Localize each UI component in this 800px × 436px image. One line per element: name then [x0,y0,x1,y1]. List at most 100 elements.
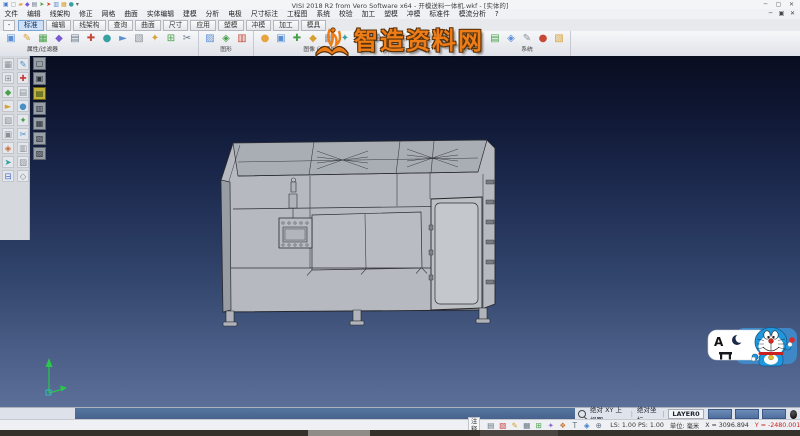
tab-塑模[interactable]: 塑模 [218,20,244,31]
tab-冲模[interactable]: 冲模 [246,20,272,31]
snap-toggle-icon[interactable]: ▧ [497,421,508,430]
magnifier-icon[interactable] [578,410,586,418]
layers-icon[interactable]: ◈ [504,32,518,46]
pattern-icon[interactable]: ▧ [2,114,14,126]
solid-icon[interactable]: ✚ [17,72,29,84]
fit-view-icon[interactable]: ▦ [322,32,336,46]
curve-icon[interactable]: ✂ [17,128,29,140]
sweep-icon[interactable]: ◈ [2,142,14,154]
properties-filter-tab[interactable]: 属性/过滤器 [27,44,58,53]
menu-item-线架构[interactable]: 线架构 [45,9,74,19]
grid-toggle-icon[interactable]: ▦ [521,421,532,430]
view-left-button[interactable]: ▥ [33,102,46,115]
active-layer-chip[interactable]: LAYER0 [668,409,703,419]
menu-item-冲模[interactable]: 冲模 [402,9,425,19]
offset-icon[interactable]: ▧ [132,32,146,46]
boolean-icon[interactable]: ◆ [2,86,14,98]
dimension-icon[interactable]: ✎ [17,58,29,70]
maximize-button[interactable]: ▢ [772,0,785,9]
tab-编辑[interactable]: 编辑 [46,20,72,31]
chamfer-icon[interactable]: ► [2,100,14,112]
view-back-button[interactable]: ▧ [33,132,46,145]
tab-标准[interactable]: 标准 [18,20,44,31]
view-palette-icon[interactable]: ● [258,32,272,46]
tab-应用[interactable]: 应用 [190,20,216,31]
measure-icon[interactable]: ✦ [17,114,29,126]
view-right-button[interactable]: ▦ [33,117,46,130]
sketch-icon[interactable]: ▦ [2,58,14,70]
close-button[interactable]: ✕ [785,0,798,9]
join-icon[interactable]: ◇ [17,170,29,182]
menu-item-分析[interactable]: 分析 [201,9,224,19]
menu-item-网格[interactable]: 网格 [97,9,120,19]
menu-item-塑模[interactable]: 塑模 [380,9,403,19]
render-icon[interactable]: ▥ [235,32,249,46]
pan-icon[interactable]: ✚ [290,32,304,46]
fillet-icon[interactable]: ▤ [17,86,29,98]
workplane-icon[interactable]: ⊕ [593,421,604,430]
view-bottom-button[interactable]: ▨ [33,147,46,160]
rectangle-icon[interactable]: ▤ [68,32,82,46]
mirror-icon[interactable]: ✦ [148,32,162,46]
tab-曲面[interactable]: 曲面 [135,20,161,31]
menu-item-实体编辑[interactable]: 实体编辑 [142,9,178,19]
trackball-icon[interactable] [790,410,797,419]
layer-state-icon[interactable]: ▤ [485,421,496,430]
dynamic-input-icon[interactable]: ❖ [557,421,568,430]
mdi-maximize-button[interactable]: ▣ [776,9,787,19]
tab-线架构[interactable]: 线架构 [73,20,105,31]
tab-模具[interactable]: 模具 [301,20,327,31]
tab-查询[interactable]: 查询 [108,20,134,31]
previous-view-icon[interactable]: ✦ [338,32,352,46]
menu-item-模流分析[interactable]: 模流分析 [454,9,490,19]
named-view-icon[interactable]: ► [354,32,368,46]
settings-icon[interactable]: ▤ [488,32,502,46]
array-icon[interactable]: ⊞ [164,32,178,46]
tab-加工[interactable]: 加工 [273,20,299,31]
revolve-icon[interactable]: ▥ [17,142,29,154]
mdi-minimize-button[interactable]: ─ [765,9,776,19]
select-icon[interactable]: ▣ [4,32,18,46]
view-top-button[interactable]: ▤ [33,87,46,100]
grid-icon[interactable]: ● [536,32,550,46]
extrude-icon[interactable]: ➤ [2,156,14,168]
loft-icon[interactable]: ▨ [17,156,29,168]
ortho-toggle-icon[interactable]: ✎ [509,421,520,430]
menu-item-文件[interactable]: 文件 [0,9,23,19]
menu-item-校验[interactable]: 校验 [335,9,358,19]
menu-item-曲面[interactable]: 曲面 [120,9,143,19]
view-iso-button[interactable]: ▢ [33,57,46,70]
menu-item-电极[interactable]: 电极 [224,9,247,19]
status-button-3[interactable] [762,409,786,419]
menu-item-工程图[interactable]: 工程图 [283,9,312,19]
menu-item-标准件[interactable]: 标准件 [425,9,454,19]
units-icon[interactable]: ▧ [552,32,566,46]
shell-icon[interactable]: ● [17,100,29,112]
mdi-close-button[interactable]: ✕ [787,9,798,19]
split-icon[interactable]: ⊟ [2,170,14,182]
point-icon[interactable]: ✚ [84,32,98,46]
snap-icon[interactable]: ✎ [520,32,534,46]
selection-filter-icon[interactable]: ✦ [545,421,556,430]
3d-model[interactable] [221,140,495,326]
menu-item-加工[interactable]: 加工 [357,9,380,19]
perspective-icon[interactable]: ⊞ [370,32,384,46]
surface-icon[interactable]: ⊞ [2,72,14,84]
rotate-view-icon[interactable]: ◆ [306,32,320,46]
delete-icon[interactable]: ✂ [180,32,194,46]
menu-item-?[interactable]: ? [490,9,503,19]
annotation-icon[interactable]: T [569,421,580,430]
view-front-button[interactable]: ▣ [33,72,46,85]
tracking-icon[interactable]: ◈ [581,421,592,430]
shading-icon[interactable]: ▨ [203,32,217,46]
menu-item-编辑[interactable]: 编辑 [23,9,46,19]
wcs-icon[interactable]: ⊞ [533,421,544,430]
viewport[interactable]: A [0,56,800,407]
menu-item-系统[interactable]: 系统 [312,9,335,19]
status-button-2[interactable] [735,409,759,419]
minimize-button[interactable]: ─ [759,0,772,9]
menu-item-建模[interactable]: 建模 [179,9,202,19]
trim-icon[interactable]: ● [100,32,114,46]
collapse-toolbar-button[interactable]: - [3,20,15,31]
menu-item-尺寸标注[interactable]: 尺寸标注 [246,9,282,19]
